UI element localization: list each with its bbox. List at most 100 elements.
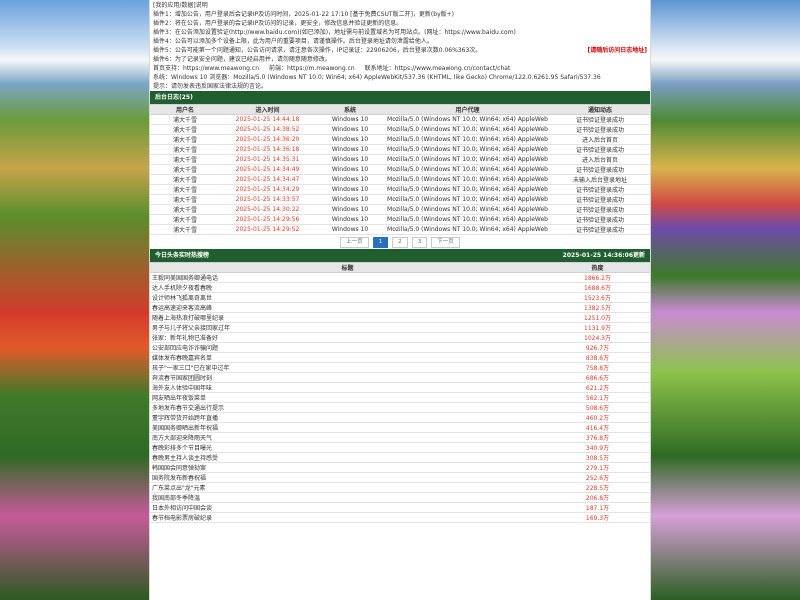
hot-title-link[interactable]: 广东菜点出"龙"元素 (150, 482, 545, 493)
list-item[interactable]: 春运高速迎来客流高峰 1382.5万 (150, 302, 650, 313)
row-os: Windows 10 (315, 154, 385, 165)
hot-heat-value: 1382.5万 (545, 302, 650, 313)
list-item[interactable]: 董宇辉带货开始跨年直播 460.2万 (150, 412, 650, 423)
row-time: 2025-01-25 14:36:18 (220, 144, 315, 155)
pagination-page-2[interactable]: 2 (392, 236, 408, 248)
site-link-home[interactable]: 首页支持：https://www.meawong.cn (153, 64, 259, 73)
list-item[interactable]: 海外友人体验中国年味 621.2万 (150, 382, 650, 393)
warning-link[interactable]: [请随后访问日志地址] (588, 46, 648, 55)
announcement-line-0: [我的应用/数据]说明 (153, 2, 208, 9)
announcement-line-6: 插件6：为了记录安全问题，建议已经启用并，请勿随意随意修改。 (153, 56, 331, 63)
login-log-table: 用户名 进入时间 系统 用户代理 通知动态 浦大千雪 2025-01-25 14:… (150, 104, 650, 235)
list-item[interactable]: 公安部回应电诈诈骗问题 926.7万 (150, 342, 650, 353)
row-time: 2025-01-25 14:44:18 (220, 114, 315, 125)
hot-title-link[interactable]: 多地发布春节交通出行提示 (150, 402, 545, 413)
pagination: 上一页 1 2 3 下一页 (150, 235, 650, 249)
hot-heat-value: 1866.2万 (545, 272, 650, 283)
pagination-page-3[interactable]: 3 (411, 236, 428, 248)
hot-heat-value: 460.2万 (545, 412, 650, 423)
list-item[interactable]: 奔流春节国家团圆时刻 686.6万 (150, 372, 650, 383)
list-item[interactable]: 南方大部迎来降雨天气 376.8万 (150, 432, 650, 443)
hot-heat-value: 1251.0万 (545, 312, 650, 323)
list-item[interactable]: 张家：新年礼物已准备好 1024.3万 (150, 332, 650, 343)
row-user-agent: Mozilla/5.0 (Windows NT 10.0; Win64; x64… (385, 214, 550, 225)
list-item[interactable]: 美国国务卿晒出新年祝福 416.4万 (150, 422, 650, 433)
hot-title-link[interactable]: 春运高速迎来客流高峰 (150, 302, 545, 313)
site-link-contact[interactable]: 联系地址：https://www.meawong.cn/contact/chat (365, 64, 511, 73)
hot-title-link[interactable]: 国务院发布新春祝福 (150, 472, 545, 483)
hot-title-link[interactable]: 奔流春节国家团圆时刻 (150, 372, 545, 383)
hot-title-link[interactable]: 春晚男主持人谈主持感受 (150, 452, 545, 463)
hot-title-link[interactable]: 设计师林飞狐离奇离世 (150, 292, 545, 303)
hot-heat-value: 838.6万 (545, 352, 650, 363)
announcement-area: [我的应用/数据]说明 插件1：增加公告，用户登录后会记录IP及访问时间，202… (150, 0, 650, 91)
table-row: 浦大千雪 2025-01-25 14:44:18 Windows 10 Mozilla… (150, 114, 650, 125)
hot-title-link[interactable]: 随着上海热浪打破哪里纪录 (150, 312, 545, 323)
hot-title-link[interactable]: 海外友人体验中国年味 (150, 382, 545, 393)
list-item[interactable]: 韩国国会同意弹劾案 279.1万 (150, 462, 650, 473)
hot-title-link[interactable]: 张家：新年礼物已准备好 (150, 332, 545, 343)
list-item[interactable]: 孩子"一家三口"已在家中过年 758.8万 (150, 362, 650, 373)
hot-title-link[interactable]: 韩国国会同意弹劾案 (150, 462, 545, 473)
pagination-prev[interactable]: 上一页 (340, 236, 369, 248)
list-item[interactable]: 广东菜点出"龙"元素 228.5万 (150, 482, 650, 493)
hot-title-link[interactable]: 日本外相访问中国会谈 (150, 502, 545, 513)
site-link-mobile[interactable]: 前端：https://m.meawong.cn (269, 64, 355, 73)
list-item[interactable]: 男子与儿子将父亲接回家过年 1131.9万 (150, 322, 650, 333)
list-item[interactable]: 春晚男主持人谈主持感受 308.5万 (150, 452, 650, 463)
list-item[interactable]: 国务院发布新春祝福 252.6万 (150, 472, 650, 483)
row-action: 进入后台首页 (550, 134, 650, 145)
hot-title-link[interactable]: 美国国务卿晒出新年祝福 (150, 422, 545, 433)
row-time: 2025-01-25 14:34:49 (220, 164, 315, 175)
announcement-line-1: 插件1：增加公告，用户登录后会记录IP及访问时间，2025-01-22 17:1… (153, 11, 454, 18)
row-action: 证书验证登录成功 (550, 184, 650, 195)
table-row: 浦大千雪 2025-01-25 14:35:31 Windows 10 Mozilla… (150, 154, 650, 165)
hot-title-link[interactable]: 王毅同美国国务卿通电话 (150, 272, 545, 283)
login-log-title: 后台日志(25) (155, 94, 193, 101)
pagination-next[interactable]: 下一页 (431, 236, 460, 248)
table-row: 浦大千雪 2025-01-25 14:33:57 Windows 10 Mozilla… (150, 194, 650, 205)
hot-title-link[interactable]: 媒体发布春晚嘉宾名单 (150, 352, 545, 363)
row-action: 证书验证登录成功 (550, 204, 650, 215)
hot-heat-value: 376.8万 (545, 432, 650, 443)
hot-heat-value: 926.7万 (545, 342, 650, 353)
hot-title-link[interactable]: 春节档电影票房破纪录 (150, 512, 545, 523)
list-item[interactable]: 王毅同美国国务卿通电话 1866.2万 (150, 272, 650, 283)
list-item[interactable]: 我国南部冬季降温 206.8万 (150, 492, 650, 503)
row-os: Windows 10 (315, 124, 385, 135)
hot-title-link[interactable]: 孩子"一家三口"已在家中过年 (150, 362, 545, 373)
col-heat: 热度 (545, 262, 650, 273)
list-item[interactable]: 日本外相访问中国会谈 187.1万 (150, 502, 650, 513)
hot-title-link[interactable]: 网友晒出年夜饭菜单 (150, 392, 545, 403)
list-item[interactable]: 随着上海热浪打破哪里纪录 1251.0万 (150, 312, 650, 323)
row-action: 进入后台首页 (550, 154, 650, 165)
hot-title-link[interactable]: 公安部回应电诈诈骗问题 (150, 342, 545, 353)
list-item[interactable]: 春节档电影票房破纪录 169.3万 (150, 512, 650, 523)
hot-title-link[interactable]: 我国南部冬季降温 (150, 492, 545, 503)
user-agent-line: 系统：Windows 10 浏览器：Mozilla/5.0 (Windows N… (153, 74, 601, 81)
list-item[interactable]: 春晚彩排多个节目曝光 340.9万 (150, 442, 650, 453)
hot-title-link[interactable]: 董宇辉带货开始跨年直播 (150, 412, 545, 423)
list-item[interactable]: 设计师林飞狐离奇离世 1523.6万 (150, 292, 650, 303)
row-action: 证书验证登录成功 (550, 194, 650, 205)
col-user-agent: 用户代理 (385, 104, 550, 115)
misc-line: 提示：请勿发表违反国家法律法规的言论。 (153, 83, 268, 90)
list-item[interactable]: 网友晒出年夜饭菜单 562.1万 (150, 392, 650, 403)
pagination-page-1[interactable]: 1 (372, 236, 389, 248)
list-item[interactable]: 媒体发布春晚嘉宾名单 838.6万 (150, 352, 650, 363)
list-item[interactable]: 多地发布春节交通出行提示 508.6万 (150, 402, 650, 413)
row-username: 浦大千雪 (150, 124, 220, 135)
row-os: Windows 10 (315, 184, 385, 195)
row-action: 证书验证登录成功 (550, 124, 650, 135)
hot-title-link[interactable]: 南方大部迎来降雨天气 (150, 432, 545, 443)
table-row: 浦大千雪 2025-01-25 14:36:18 Windows 10 Mozilla… (150, 144, 650, 155)
hot-heat-value: 1523.6万 (545, 292, 650, 303)
row-username: 浦大千雪 (150, 154, 220, 165)
row-user-agent: Mozilla/5.0 (Windows NT 10.0; Win64; x64… (385, 144, 550, 155)
hot-title-link[interactable]: 达人手机除夕夜看春晚 (150, 282, 545, 293)
hot-title-link[interactable]: 男子与儿子将父亲接回家过年 (150, 322, 545, 333)
hot-title-link[interactable]: 春晚彩排多个节目曝光 (150, 442, 545, 453)
list-item[interactable]: 达人手机除夕夜看春晚 1688.6万 (150, 282, 650, 293)
row-username: 浦大千雪 (150, 144, 220, 155)
table-row: 浦大千雪 2025-01-25 14:34:29 Windows 10 Mozilla… (150, 184, 650, 195)
